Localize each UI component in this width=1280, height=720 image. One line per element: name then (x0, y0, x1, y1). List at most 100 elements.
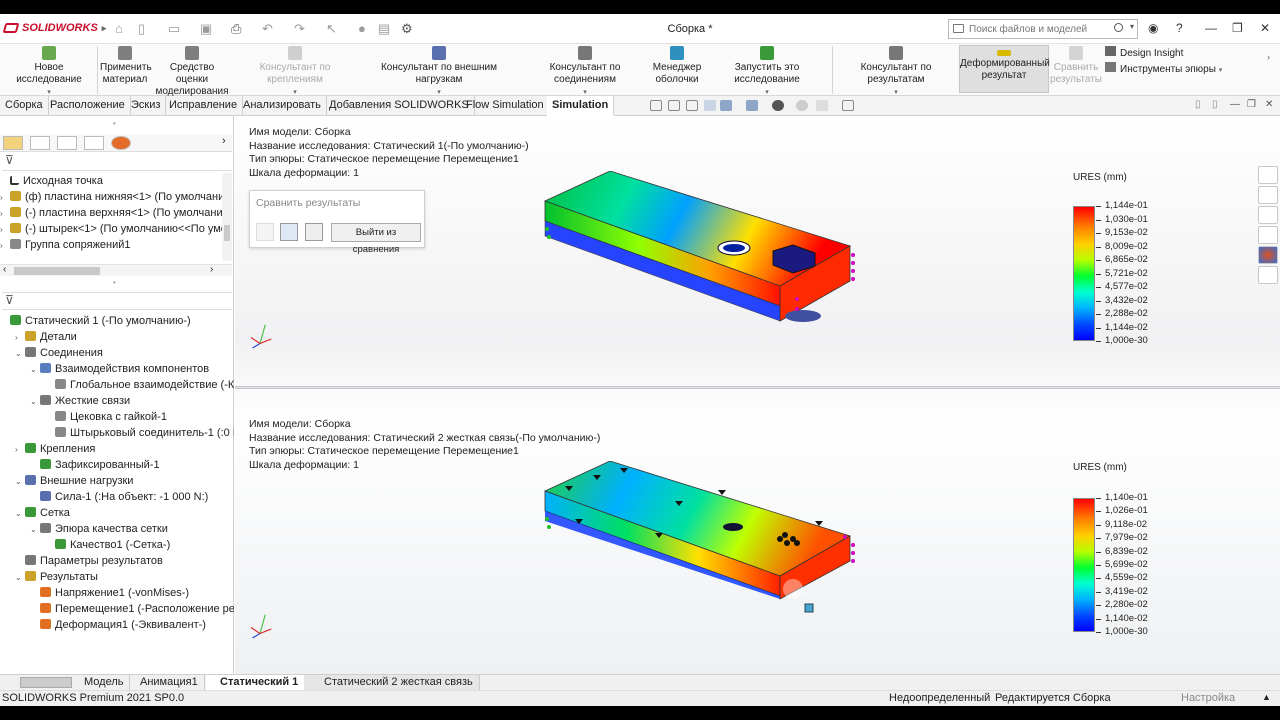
view-orientation-icon[interactable] (720, 100, 732, 111)
doc-minimize-icon[interactable]: — (1230, 99, 1240, 110)
feature-manager-tab-icon[interactable] (3, 136, 23, 150)
tree-toggle-icon[interactable]: › (15, 442, 25, 458)
section-view-icon[interactable] (704, 100, 716, 111)
study-tree-item[interactable]: Штырьковый соединитель-1 (:0 N.m/ (0, 425, 234, 441)
tab-flow-simulation[interactable]: Flow Simulation (461, 96, 550, 116)
graphics-area[interactable]: Имя модели: Сборка Название исследования… (235, 116, 1280, 674)
tab-layout[interactable]: Расположение (45, 96, 131, 116)
compare-results-button[interactable]: Сравнить результаты (1050, 46, 1102, 86)
connections-advisor-button[interactable]: Консультант по соединениям ▾ (520, 46, 650, 99)
study-tree-item[interactable]: Статический 1 (-По умолчанию-) (0, 313, 234, 329)
user-icon[interactable]: ◉ (1148, 21, 1158, 35)
close-icon[interactable]: ✕ (1260, 21, 1270, 35)
design-insight-button[interactable]: Design Insight (1105, 46, 1222, 62)
tree-toggle-icon[interactable]: ⌄ (15, 506, 25, 522)
run-study-button[interactable]: Запустить это исследование ▾ (705, 46, 829, 99)
split-view-icon[interactable]: ▯ (1195, 99, 1201, 110)
tree-item-pin[interactable]: › (-) штырек<1> (По умолчанию<<По умо (0, 221, 222, 237)
model-upper[interactable] (535, 171, 865, 341)
compare-all-icon[interactable] (280, 223, 298, 241)
filter-icon[interactable]: ⊽ (5, 153, 14, 167)
save-icon[interactable]: ▣ (200, 21, 212, 37)
search-input[interactable]: Поиск файлов и моделей (969, 24, 1087, 35)
tab-model[interactable]: Модель (78, 675, 131, 691)
filter-icon[interactable]: ⊽ (5, 293, 14, 307)
tree-toggle-icon[interactable]: ⌄ (15, 474, 25, 490)
solidworks-resources-icon[interactable] (1258, 166, 1278, 184)
study-tree-item[interactable]: Сила-1 (:На объект: -1 000 N:) (0, 489, 234, 505)
select-icon[interactable]: ↖ (326, 21, 337, 37)
search-box[interactable]: Поиск файлов и моделей ▾ (948, 19, 1138, 39)
study-tree-item[interactable]: › Детали (0, 329, 234, 345)
minimize-icon[interactable]: — (1205, 21, 1217, 35)
study-tree-item[interactable]: Зафиксированный-1 (0, 457, 234, 473)
options-gear-icon[interactable]: ⚙ (401, 21, 413, 37)
study-tree-item[interactable]: Деформация1 (-Эквивалент-) (0, 617, 234, 633)
tree-vscroll[interactable] (222, 173, 232, 261)
apply-material-button[interactable]: Применить материал (100, 46, 152, 86)
print-icon[interactable]: ⎙ (231, 21, 241, 37)
exit-compare-button[interactable]: Выйти из сравнения (331, 223, 421, 255)
tree-item-origin[interactable]: Исходная точка (0, 173, 222, 189)
results-advisor-button[interactable]: Консультант по результатам ▾ (834, 46, 958, 99)
splitter-handle-icon[interactable]: • (113, 119, 116, 128)
view-palette-icon[interactable] (1258, 226, 1278, 244)
new-study-button[interactable]: Новое исследование ▾ (4, 46, 94, 99)
define-compare-icon[interactable] (305, 223, 323, 241)
study-tree-item[interactable]: ⌄ Эпюра качества сетки (0, 521, 234, 537)
redo-icon[interactable]: ↷ (294, 21, 305, 37)
file-explorer-icon[interactable] (1258, 206, 1278, 224)
external-loads-advisor-button[interactable]: Консультант по внешним нагрузкам ▾ (360, 46, 518, 99)
dimxpert-tab-icon[interactable] (84, 136, 104, 150)
property-manager-tab-icon[interactable] (30, 136, 50, 150)
tab-markup[interactable]: Исправление (164, 96, 244, 116)
tree-toggle-icon[interactable]: ⌄ (15, 570, 25, 586)
doc-close-icon[interactable]: ✕ (1265, 99, 1273, 110)
study-tree-item[interactable]: ⌄ Соединения (0, 345, 234, 361)
study-tree-item[interactable]: ⌄ Внешние нагрузки (0, 473, 234, 489)
help-icon[interactable]: ? (1176, 21, 1183, 35)
rebuild-icon[interactable]: ● (358, 21, 366, 36)
zoom-to-fit-icon[interactable] (650, 100, 662, 111)
study-tree-item[interactable]: Параметры результатов (0, 553, 234, 569)
scroll-right-icon[interactable]: › (210, 264, 213, 275)
tree-hscroll[interactable]: › ‹ (0, 264, 232, 276)
appearances-icon[interactable] (1258, 246, 1278, 264)
study-tree-item[interactable]: ⌄ Взаимодействия компонентов (0, 361, 234, 377)
search-dropdown-icon[interactable]: ▾ (1130, 22, 1134, 31)
ribbon-expand-icon[interactable]: › (1267, 52, 1270, 62)
tab-assembly[interactable]: Сборка (0, 96, 49, 116)
tree-toggle-icon[interactable]: ⌄ (30, 522, 40, 538)
simulation-evaluator-button[interactable]: Средство оценки моделирования (154, 46, 230, 98)
home-icon[interactable]: ⌂ (115, 21, 123, 36)
panel-expand-icon[interactable]: › (222, 135, 226, 147)
hide-show-items-icon[interactable] (772, 100, 784, 111)
study-tree-item[interactable]: ⌄ Сетка (0, 505, 234, 521)
solidworks-logo[interactable]: SOLIDWORKS ▸ (2, 22, 106, 34)
study-tree-item[interactable]: Напряжение1 (-vonMises-) (0, 585, 234, 601)
view-settings-icon[interactable] (842, 100, 854, 111)
display-style-icon[interactable] (746, 100, 758, 111)
study-tree-item[interactable]: Перемещение1 (-Расположение резуль (0, 601, 234, 617)
configuration-manager-tab-icon[interactable] (57, 136, 77, 150)
zoom-to-area-icon[interactable] (668, 100, 680, 111)
display-manager-tab-icon[interactable] (111, 136, 131, 150)
tab-animation[interactable]: Анимация1 (134, 675, 205, 691)
tree-toggle-icon[interactable]: ⌄ (30, 394, 40, 410)
tree-toggle-icon[interactable]: › (15, 330, 25, 346)
scroll-left-icon[interactable]: ‹ (3, 264, 6, 275)
tab-simulation[interactable]: Simulation (547, 96, 615, 116)
tree-item-top-plate[interactable]: › (-) пластина верхняя<1> (По умолчанию (0, 205, 222, 221)
pane-splitter[interactable] (235, 386, 1280, 389)
custom-properties-icon[interactable] (1258, 266, 1278, 284)
design-library-icon[interactable] (1258, 186, 1278, 204)
tab-solidworks-addins[interactable]: Добавления SOLIDWORKS (324, 96, 475, 116)
deformed-result-button[interactable]: Деформированный результат (959, 45, 1050, 93)
edit-appearance-icon[interactable] (796, 100, 808, 111)
open-file-icon[interactable]: ▭ (168, 21, 180, 37)
model-lower[interactable] (535, 461, 865, 621)
tab-static-2[interactable]: Статический 2 жесткая связь (304, 675, 480, 691)
study-tree-item[interactable]: ⌄ Результаты (0, 569, 234, 585)
study-tree-item[interactable]: Глобальное взаимодействие (-Конта (0, 377, 234, 393)
new-file-icon[interactable]: ▯ (138, 21, 145, 37)
